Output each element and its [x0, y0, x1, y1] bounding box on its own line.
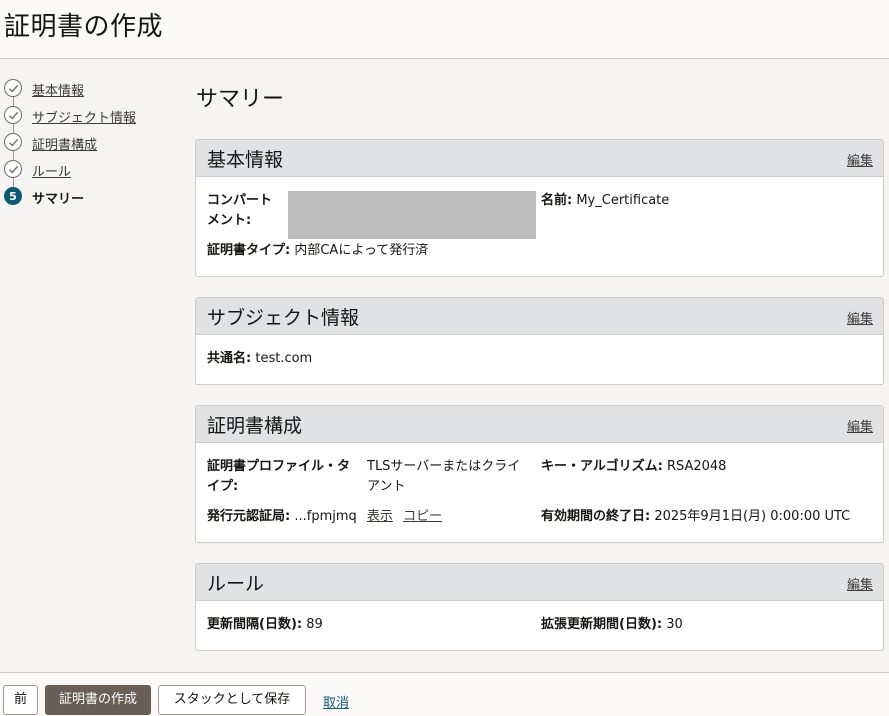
expiry-value: 2025年9月1日(月) 0:00:00 UTC	[654, 509, 851, 524]
step-connector	[13, 97, 14, 106]
compartment-label: コンパート メント:	[207, 193, 273, 228]
subject-info-card: サブジェクト情報 編集 共通名: test.com	[195, 297, 884, 385]
main-content: 基本情報 サブジェクト情報 証明書構成 ルール 5 サマリー サマリー 基本情報…	[0, 59, 889, 672]
card-title: ルール	[207, 573, 265, 595]
name-label: 名前:	[541, 193, 573, 208]
step-label[interactable]: ルール	[32, 161, 71, 180]
common-name-label: 共通名:	[207, 351, 252, 366]
card-header: ルール 編集	[196, 564, 883, 601]
extended-renewal-value: 30	[666, 617, 683, 632]
cancel-link[interactable]: 取消	[323, 692, 349, 711]
card-title: サブジェクト情報	[207, 307, 360, 329]
step-label: サマリー	[32, 192, 85, 207]
checkmark-icon	[4, 106, 22, 124]
name-field: 名前: My_Certificate	[541, 191, 669, 211]
profile-value: TLSサーバーまたはクライ アント	[367, 459, 521, 494]
save-as-stack-button[interactable]: スタックとして保存	[158, 685, 306, 715]
cert-type-label: 証明書タイプ:	[207, 243, 291, 258]
footer-bar: 前 証明書の作成 スタックとして保存 取消	[0, 672, 889, 716]
rules-card: ルール 編集 更新間隔(日数): 89 拡張更新期間(日数): 30	[195, 563, 884, 651]
issuer-label: 発行元認証局:	[207, 509, 291, 524]
card-header: サブジェクト情報 編集	[196, 298, 883, 335]
common-name-field: 共通名: test.com	[207, 349, 312, 369]
edit-link[interactable]: 編集	[847, 150, 873, 169]
key-algo-label: キー・アルゴリズム:	[541, 459, 663, 474]
checkmark-icon	[4, 160, 22, 178]
cert-type-value: 内部CAによって発行済	[294, 243, 429, 258]
compartment-value-redacted	[288, 191, 536, 239]
step-connector	[13, 178, 14, 187]
extended-renewal-label: 拡張更新期間(日数):	[541, 617, 663, 632]
issuer-value: ...fpmjmq	[294, 509, 357, 524]
card-header: 基本情報 編集	[196, 140, 883, 177]
checkmark-icon	[4, 79, 22, 97]
profile-label: 証明書プロファイル・タ イプ:	[207, 459, 351, 494]
card-title: 基本情報	[207, 149, 284, 171]
renewal-value: 89	[306, 617, 323, 632]
edit-link[interactable]: 編集	[847, 416, 873, 435]
expiry-field: 有効期間の終了日: 2025年9月1日(月) 0:00:00 UTC	[541, 507, 850, 527]
expiry-label: 有効期間の終了日:	[541, 509, 651, 524]
step-connector	[13, 124, 14, 133]
card-title: 証明書構成	[207, 415, 303, 437]
key-algo-field: キー・アルゴリズム: RSA2048	[541, 457, 726, 477]
copy-link[interactable]: コピー	[403, 509, 442, 524]
page-title: 証明書の作成	[4, 12, 164, 42]
step-label[interactable]: 基本情報	[32, 80, 84, 99]
extended-renewal-field: 拡張更新期間(日数): 30	[541, 615, 683, 635]
key-algo-value: RSA2048	[666, 459, 727, 474]
step-label[interactable]: 証明書構成	[32, 134, 97, 153]
show-link[interactable]: 表示	[367, 509, 393, 524]
summary-heading: サマリー	[196, 87, 285, 112]
step-connector	[13, 151, 14, 160]
issuer-field: 発行元認証局: ...fpmjmq 表示 コピー	[207, 507, 442, 527]
renewal-field: 更新間隔(日数): 89	[207, 615, 323, 635]
step-label[interactable]: サブジェクト情報	[32, 107, 136, 126]
cert-type-field: 証明書タイプ: 内部CAによって発行済	[207, 241, 428, 261]
cert-config-card: 証明書構成 編集 証明書プロファイル・タ イプ: TLSサーバーまたはクライ ア…	[195, 405, 884, 543]
basic-info-card: 基本情報 編集 コンパート メント: 名前: My_Certificate 証明…	[195, 139, 884, 277]
create-certificate-button[interactable]: 証明書の作成	[45, 685, 151, 715]
previous-button[interactable]: 前	[3, 685, 38, 715]
edit-link[interactable]: 編集	[847, 574, 873, 593]
renewal-label: 更新間隔(日数):	[207, 617, 303, 632]
name-value: My_Certificate	[576, 193, 670, 208]
card-header: 証明書構成 編集	[196, 406, 883, 443]
checkmark-icon	[4, 133, 22, 151]
step-number-badge: 5	[4, 187, 22, 205]
common-name-value: test.com	[255, 351, 313, 366]
page-header: 証明書の作成	[0, 0, 889, 59]
edit-link[interactable]: 編集	[847, 308, 873, 327]
